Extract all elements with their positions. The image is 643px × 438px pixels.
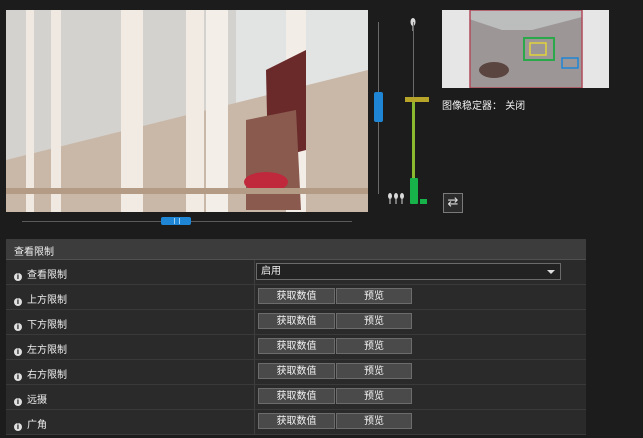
get-value-button[interactable]: 获取数值 [258,363,335,379]
zoom-limit-marker[interactable] [405,97,429,102]
get-value-button[interactable]: 获取数值 [258,288,335,304]
image-stabilizer-status: 图像稳定器： 关闭 [442,97,525,112]
info-icon[interactable]: i [14,398,22,406]
camera-scene-image [6,10,368,212]
panel-header: 查看限制 [6,239,586,260]
get-value-button[interactable]: 获取数值 [258,413,335,429]
panel-title: 查看限制 [14,247,54,258]
info-icon[interactable]: i [14,273,22,281]
setting-row-view-limit: i 查看限制 启用 [6,260,586,285]
info-icon[interactable]: i [14,298,22,306]
preview-button[interactable]: 预览 [336,338,412,354]
chevron-down-icon [547,270,555,274]
panorama-thumbnail[interactable] [442,10,609,88]
image-stabilizer-value: 关闭 [505,101,526,112]
zoom-slider-fill [412,100,415,178]
setting-label: i 右方限制 [14,366,67,381]
pan-slider-thumb[interactable] [161,217,191,225]
column-divider [254,385,255,409]
info-icon[interactable]: i [14,423,22,431]
tilt-slider-thumb[interactable] [374,92,383,122]
setting-label: i 上方限制 [14,291,67,306]
get-value-button[interactable]: 获取数值 [258,313,335,329]
setting-row-tele: i 远摄 获取数值 预览 [6,385,586,410]
column-divider [254,260,255,284]
get-value-button[interactable]: 获取数值 [258,338,335,354]
zoom-slider-thumb[interactable] [410,178,418,204]
image-stabilizer-label: 图像稳定器： [442,101,502,112]
info-icon[interactable]: i [14,348,22,356]
column-divider [254,310,255,334]
setting-row-right-limit: i 右方限制 获取数值 预览 [6,360,586,385]
setting-row-wide: i 广角 获取数值 预览 [6,410,586,435]
zoom-wide-marker [420,199,427,204]
setting-row-upper-limit: i 上方限制 获取数值 预览 [6,285,586,310]
camera-live-view[interactable] [6,10,368,212]
preview-button[interactable]: 预览 [336,363,412,379]
preview-button[interactable]: 预览 [336,388,412,404]
column-divider [254,285,255,309]
setting-row-lower-limit: i 下方限制 获取数值 预览 [6,310,586,335]
setting-row-left-limit: i 左方限制 获取数值 预览 [6,335,586,360]
preview-button[interactable]: 预览 [336,413,412,429]
column-divider [254,335,255,359]
setting-label: i 查看限制 [14,266,67,281]
column-divider [254,360,255,384]
setting-label: i 远摄 [14,391,47,406]
setting-label: i 下方限制 [14,316,67,331]
wide-icon [387,192,405,204]
view-limit-panel: 查看限制 i 查看限制 启用 i 上方限制 获取数值 预览 i 下方限制 获取数值 预… [6,239,586,438]
info-icon[interactable]: i [14,323,22,331]
get-value-button[interactable]: 获取数值 [258,388,335,404]
preview-button[interactable]: 预览 [336,288,412,304]
view-limit-select[interactable]: 启用 [256,263,561,280]
setting-label: i 左方限制 [14,341,67,356]
info-icon[interactable]: i [14,373,22,381]
column-divider [254,410,255,434]
preview-button[interactable]: 预览 [336,313,412,329]
swap-arrows-icon[interactable]: ⇄ [443,193,463,213]
setting-label: i 广角 [14,416,47,431]
